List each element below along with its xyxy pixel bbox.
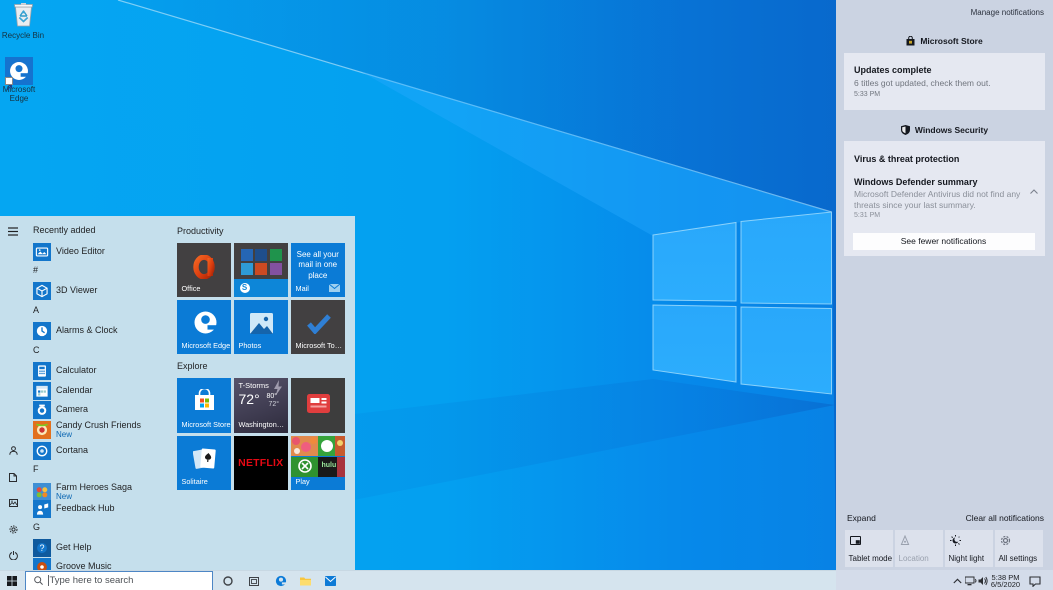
svg-text:?: ?	[39, 543, 44, 553]
